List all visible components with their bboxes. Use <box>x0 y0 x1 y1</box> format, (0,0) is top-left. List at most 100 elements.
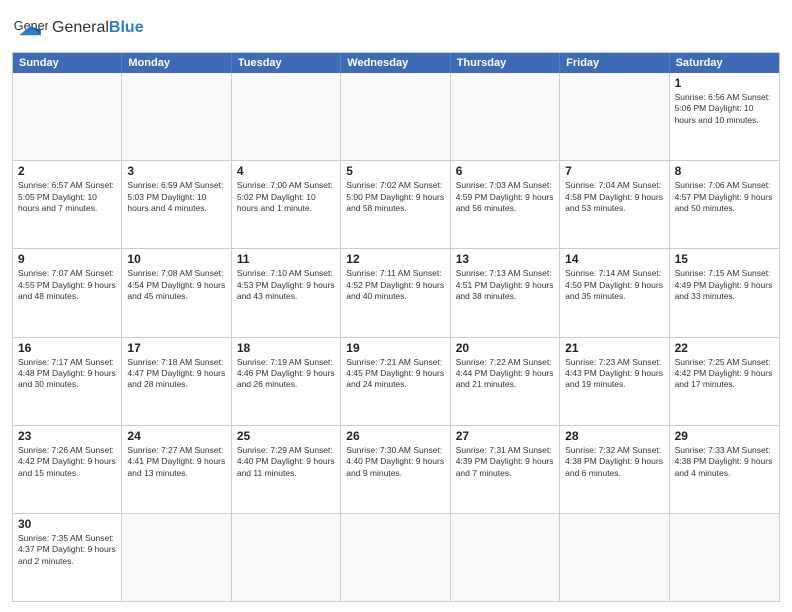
day-info: Sunrise: 7:19 AM Sunset: 4:46 PM Dayligh… <box>237 357 335 391</box>
calendar-cell: 28 Sunrise: 7:32 AM Sunset: 4:38 PM Dayli… <box>560 426 669 513</box>
day-info: Sunrise: 7:13 AM Sunset: 4:51 PM Dayligh… <box>456 268 554 302</box>
day-info: Sunrise: 7:17 AM Sunset: 4:48 PM Dayligh… <box>18 357 116 391</box>
calendar-cell <box>341 73 450 160</box>
day-number: 13 <box>456 252 554 266</box>
calendar-cell <box>670 514 779 601</box>
day-number: 3 <box>127 164 225 178</box>
day-info: Sunrise: 7:21 AM Sunset: 4:45 PM Dayligh… <box>346 357 444 391</box>
day-number: 26 <box>346 429 444 443</box>
calendar-cell <box>451 514 560 601</box>
day-info: Sunrise: 7:35 AM Sunset: 4:37 PM Dayligh… <box>18 533 116 567</box>
calendar-week-5: 23 Sunrise: 7:26 AM Sunset: 4:42 PM Dayli… <box>13 425 779 513</box>
day-info: Sunrise: 7:31 AM Sunset: 4:39 PM Dayligh… <box>456 445 554 479</box>
day-number: 12 <box>346 252 444 266</box>
calendar-cell <box>13 73 122 160</box>
calendar-cell <box>560 73 669 160</box>
calendar-cell: 30 Sunrise: 7:35 AM Sunset: 4:37 PM Dayli… <box>13 514 122 601</box>
day-info: Sunrise: 6:59 AM Sunset: 5:03 PM Dayligh… <box>127 180 225 214</box>
calendar-week-1: 1Sunrise: 6:56 AM Sunset: 5:06 PM Daylig… <box>13 73 779 160</box>
day-info: Sunrise: 7:04 AM Sunset: 4:58 PM Dayligh… <box>565 180 663 214</box>
header-day-tuesday: Tuesday <box>232 53 341 73</box>
day-number: 29 <box>675 429 774 443</box>
day-number: 14 <box>565 252 663 266</box>
day-info: Sunrise: 7:22 AM Sunset: 4:44 PM Dayligh… <box>456 357 554 391</box>
day-number: 9 <box>18 252 116 266</box>
calendar-cell: 25Sunrise: 7:29 AM Sunset: 4:40 PM Dayli… <box>232 426 341 513</box>
day-info: Sunrise: 7:32 AM Sunset: 4:38 PM Dayligh… <box>565 445 663 479</box>
day-info: Sunrise: 7:11 AM Sunset: 4:52 PM Dayligh… <box>346 268 444 302</box>
day-number: 20 <box>456 341 554 355</box>
calendar-cell: 3 Sunrise: 6:59 AM Sunset: 5:03 PM Daylig… <box>122 161 231 248</box>
day-number: 10 <box>127 252 225 266</box>
calendar-cell: 13 Sunrise: 7:13 AM Sunset: 4:51 PM Dayli… <box>451 249 560 336</box>
day-number: 4 <box>237 164 335 178</box>
calendar-cell <box>232 73 341 160</box>
calendar-cell: 12 Sunrise: 7:11 AM Sunset: 4:52 PM Dayli… <box>341 249 450 336</box>
header-day-saturday: Saturday <box>670 53 779 73</box>
day-number: 8 <box>675 164 774 178</box>
day-number: 2 <box>18 164 116 178</box>
calendar-cell: 27 Sunrise: 7:31 AM Sunset: 4:39 PM Dayli… <box>451 426 560 513</box>
calendar-cell: 10 Sunrise: 7:08 AM Sunset: 4:54 PM Dayli… <box>122 249 231 336</box>
calendar-cell: 9 Sunrise: 7:07 AM Sunset: 4:55 PM Daylig… <box>13 249 122 336</box>
day-number: 24 <box>127 429 225 443</box>
calendar-cell: 18Sunrise: 7:19 AM Sunset: 4:46 PM Dayli… <box>232 338 341 425</box>
day-number: 6 <box>456 164 554 178</box>
calendar-cell <box>451 73 560 160</box>
calendar-cell: 20 Sunrise: 7:22 AM Sunset: 4:44 PM Dayli… <box>451 338 560 425</box>
calendar-cell <box>560 514 669 601</box>
calendar-cell: 1Sunrise: 6:56 AM Sunset: 5:06 PM Daylig… <box>670 73 779 160</box>
day-info: Sunrise: 7:30 AM Sunset: 4:40 PM Dayligh… <box>346 445 444 479</box>
day-number: 23 <box>18 429 116 443</box>
day-number: 22 <box>675 341 774 355</box>
calendar-cell: 22Sunrise: 7:25 AM Sunset: 4:42 PM Dayli… <box>670 338 779 425</box>
calendar-week-6: 30 Sunrise: 7:35 AM Sunset: 4:37 PM Dayli… <box>13 513 779 601</box>
header: General GeneralBlue <box>12 10 780 46</box>
day-info: Sunrise: 7:26 AM Sunset: 4:42 PM Dayligh… <box>18 445 116 479</box>
logo-text: GeneralBlue <box>52 19 144 37</box>
day-info: Sunrise: 6:57 AM Sunset: 5:05 PM Dayligh… <box>18 180 116 214</box>
day-info: Sunrise: 7:06 AM Sunset: 4:57 PM Dayligh… <box>675 180 774 214</box>
day-info: Sunrise: 7:14 AM Sunset: 4:50 PM Dayligh… <box>565 268 663 302</box>
day-number: 1 <box>675 76 774 90</box>
calendar-cell: 5Sunrise: 7:02 AM Sunset: 5:00 PM Daylig… <box>341 161 450 248</box>
header-day-friday: Friday <box>560 53 669 73</box>
calendar-cell: 15 Sunrise: 7:15 AM Sunset: 4:49 PM Dayli… <box>670 249 779 336</box>
calendar-week-3: 9 Sunrise: 7:07 AM Sunset: 4:55 PM Daylig… <box>13 248 779 336</box>
calendar-cell: 14 Sunrise: 7:14 AM Sunset: 4:50 PM Dayli… <box>560 249 669 336</box>
day-info: Sunrise: 7:00 AM Sunset: 5:02 PM Dayligh… <box>237 180 335 214</box>
logo: General GeneralBlue <box>12 10 144 46</box>
day-number: 28 <box>565 429 663 443</box>
calendar-week-2: 2 Sunrise: 6:57 AM Sunset: 5:05 PM Daylig… <box>13 160 779 248</box>
day-number: 27 <box>456 429 554 443</box>
calendar-cell: 21Sunrise: 7:23 AM Sunset: 4:43 PM Dayli… <box>560 338 669 425</box>
calendar-cell: 17 Sunrise: 7:18 AM Sunset: 4:47 PM Dayli… <box>122 338 231 425</box>
calendar-cell <box>232 514 341 601</box>
header-day-wednesday: Wednesday <box>341 53 450 73</box>
calendar-cell: 16 Sunrise: 7:17 AM Sunset: 4:48 PM Dayli… <box>13 338 122 425</box>
calendar-cell: 6Sunrise: 7:03 AM Sunset: 4:59 PM Daylig… <box>451 161 560 248</box>
calendar-cell <box>341 514 450 601</box>
day-number: 5 <box>346 164 444 178</box>
calendar-cell: 8 Sunrise: 7:06 AM Sunset: 4:57 PM Daylig… <box>670 161 779 248</box>
day-number: 30 <box>18 517 116 531</box>
calendar-cell: 23 Sunrise: 7:26 AM Sunset: 4:42 PM Dayli… <box>13 426 122 513</box>
header-day-sunday: Sunday <box>13 53 122 73</box>
day-info: Sunrise: 7:15 AM Sunset: 4:49 PM Dayligh… <box>675 268 774 302</box>
day-number: 11 <box>237 252 335 266</box>
day-info: Sunrise: 7:08 AM Sunset: 4:54 PM Dayligh… <box>127 268 225 302</box>
day-number: 17 <box>127 341 225 355</box>
day-info: Sunrise: 7:07 AM Sunset: 4:55 PM Dayligh… <box>18 268 116 302</box>
generalblue-icon: General <box>12 10 48 46</box>
header-day-monday: Monday <box>122 53 231 73</box>
day-number: 19 <box>346 341 444 355</box>
calendar-cell: 4 Sunrise: 7:00 AM Sunset: 5:02 PM Daylig… <box>232 161 341 248</box>
calendar-cell: 26 Sunrise: 7:30 AM Sunset: 4:40 PM Dayli… <box>341 426 450 513</box>
day-number: 15 <box>675 252 774 266</box>
day-number: 7 <box>565 164 663 178</box>
calendar-header: SundayMondayTuesdayWednesdayThursdayFrid… <box>13 53 779 73</box>
day-info: Sunrise: 7:18 AM Sunset: 4:47 PM Dayligh… <box>127 357 225 391</box>
calendar-cell: 11Sunrise: 7:10 AM Sunset: 4:53 PM Dayli… <box>232 249 341 336</box>
day-info: Sunrise: 7:23 AM Sunset: 4:43 PM Dayligh… <box>565 357 663 391</box>
day-number: 16 <box>18 341 116 355</box>
